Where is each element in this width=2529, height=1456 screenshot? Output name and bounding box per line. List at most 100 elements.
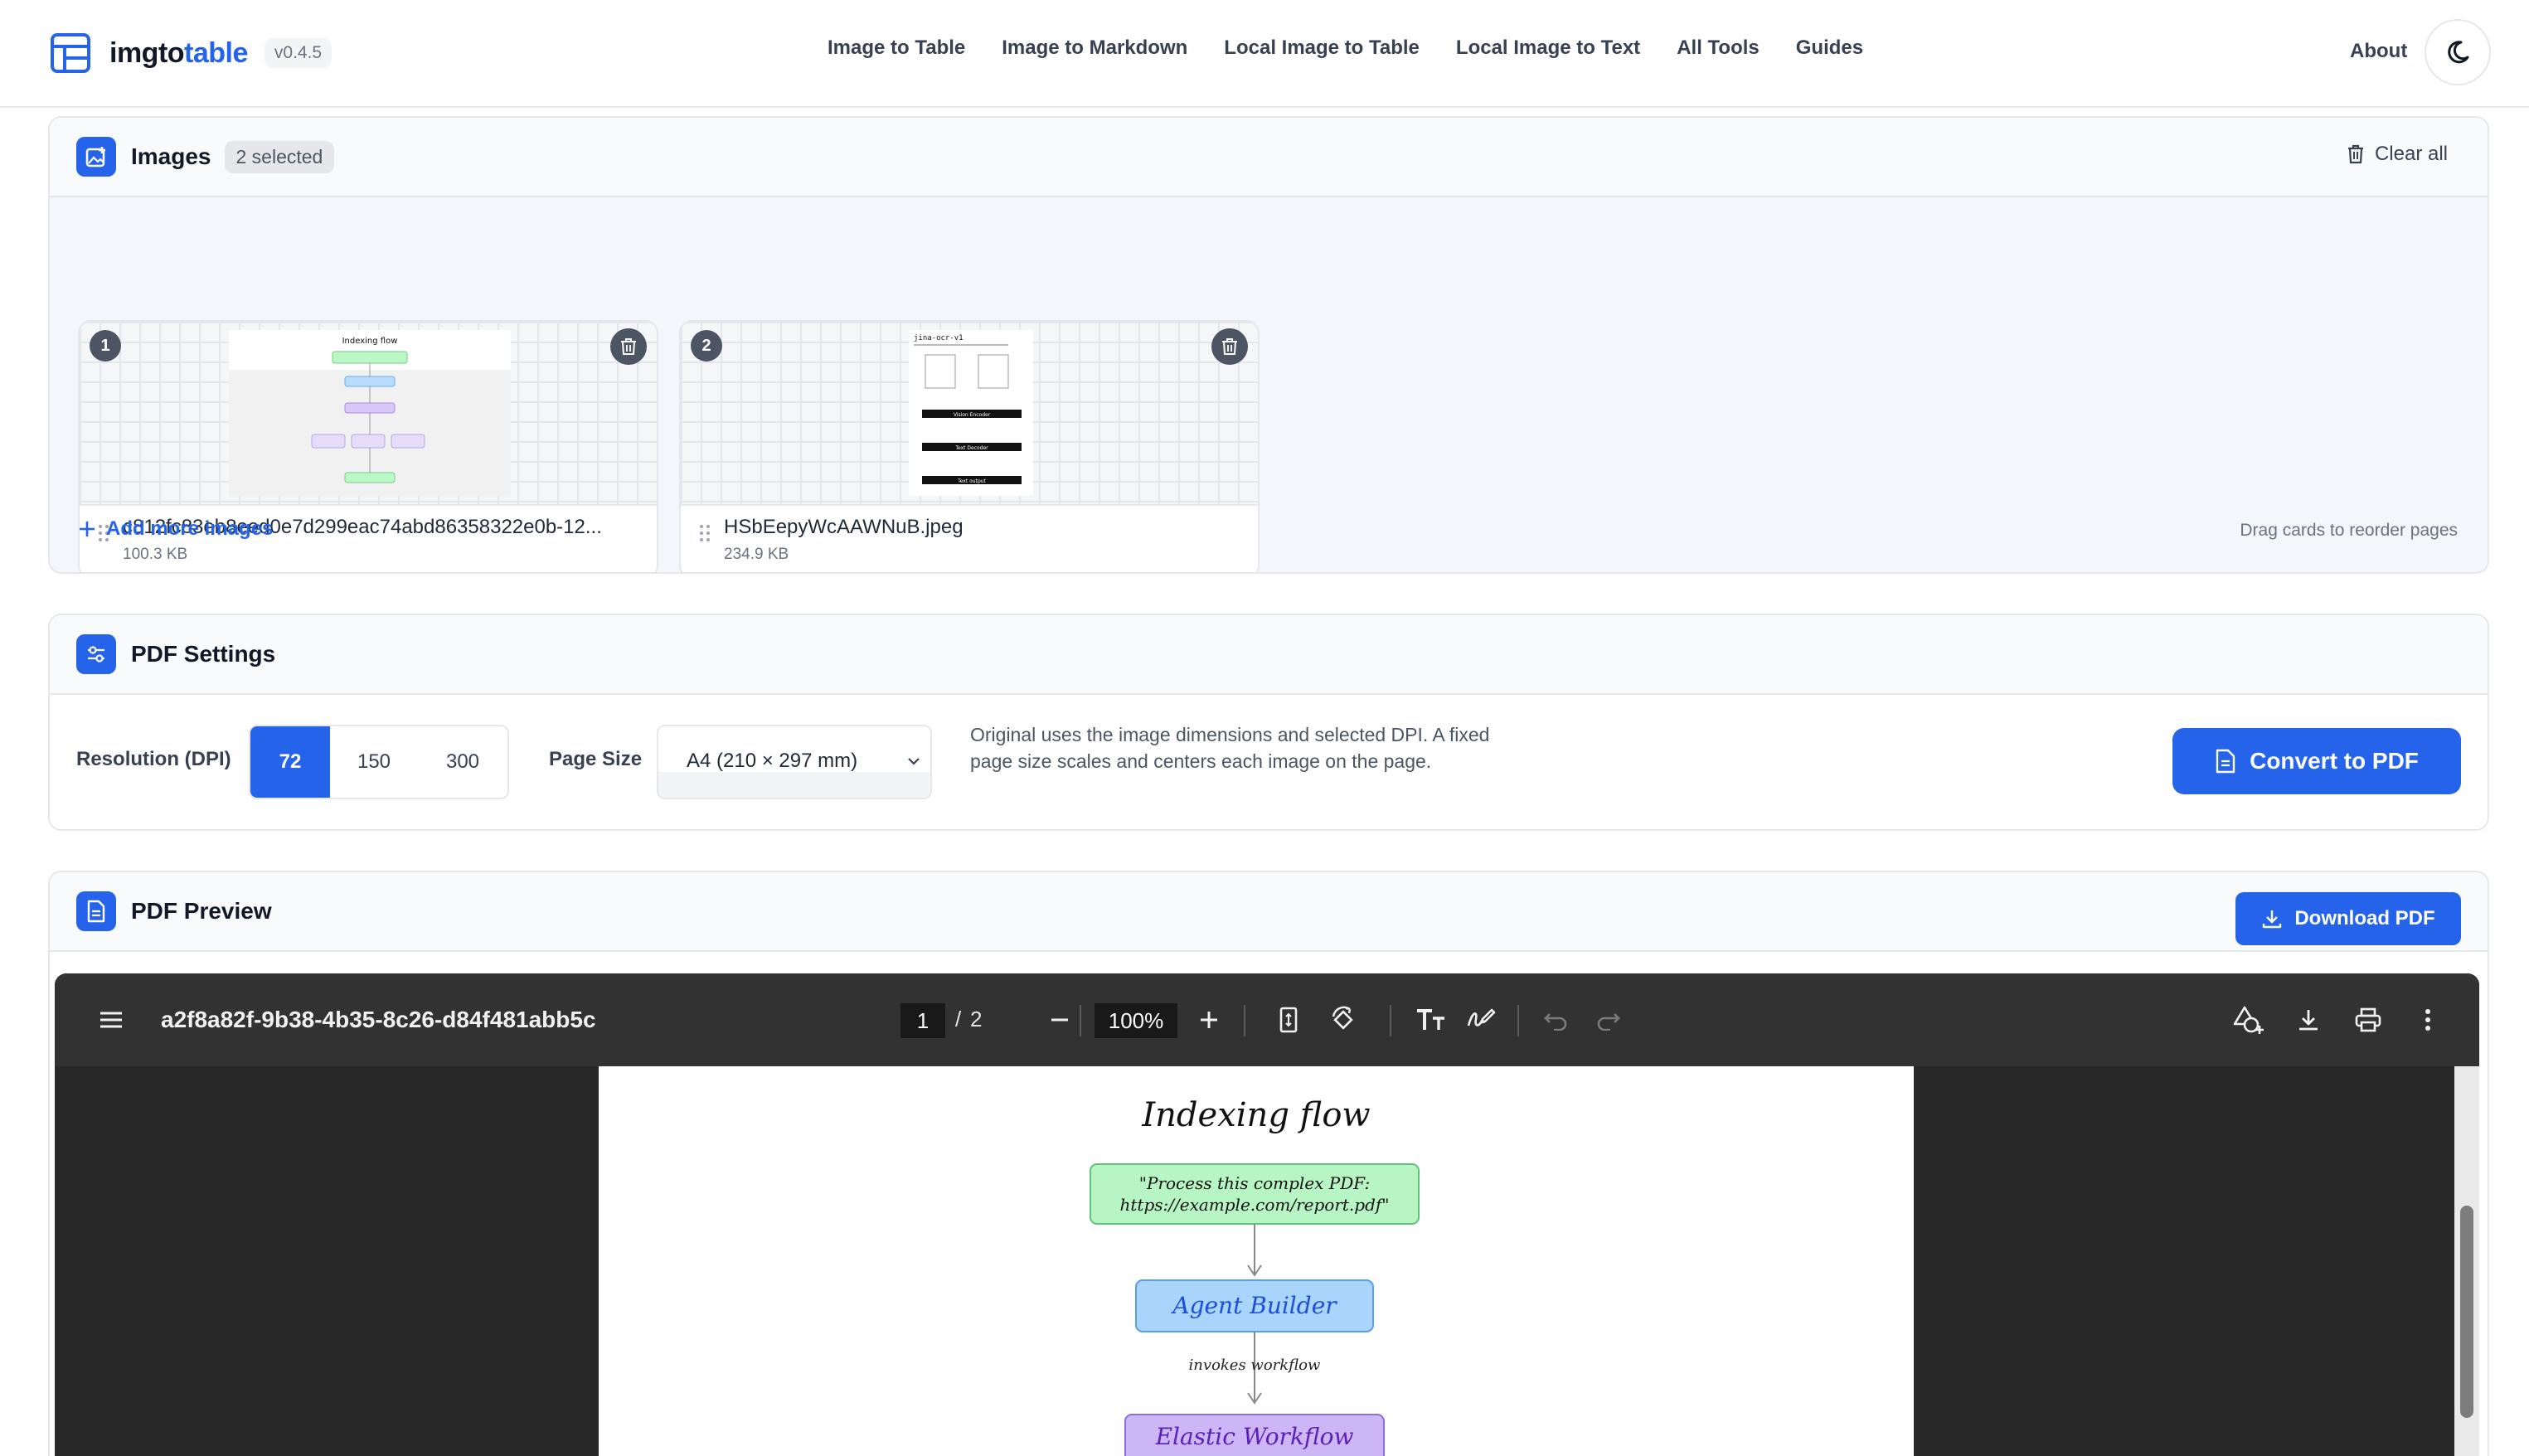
text-size-icon [1417,1009,1444,1030]
draw-button[interactable] [1461,1000,1501,1040]
diagram-edge-label: invokes workflow [1189,1357,1321,1374]
page-size-help-text: Original uses the image dimensions and s… [970,724,1490,772]
indexing-flow-diagram: Indexing flow "Process this complex PDF:… [1090,1096,1420,1456]
remove-image-button[interactable] [1211,328,1248,365]
clear-all-label: Clear all [2374,143,2448,165]
image-filename: HSbEepyWcAAWNuB.jpeg [724,516,964,538]
redo-icon [1597,1013,1620,1031]
dpi-option-150[interactable]: 150 [330,726,418,798]
menu-button[interactable] [91,1000,131,1040]
printer-icon [2355,1007,2381,1032]
shapes-plus-icon [2233,1006,2264,1034]
fit-page-icon [1279,1007,1298,1033]
pdf-preview-title: PDF Preview [131,898,272,924]
viewer-scrollbar-thumb[interactable] [2460,1206,2473,1418]
trash-icon [1222,338,1237,355]
images-panel-header: Images 2 selected Clear all [50,118,2488,197]
more-options-button[interactable] [2408,1000,2448,1040]
image-card[interactable]: jina-ocr-v1 Vision Encoder Text Decoder … [679,320,1260,572]
redo-button[interactable] [1589,1000,1629,1040]
pdf-settings-title: PDF Settings [131,641,276,667]
text-annotation-button[interactable] [1411,1000,1451,1040]
nav-all-tools[interactable]: All Tools [1677,36,1760,60]
signature-draw-icon [1467,1008,1496,1026]
theme-toggle-button[interactable] [2425,19,2491,85]
toolbar-divider [1244,1005,1245,1036]
nav-local-image-to-table[interactable]: Local Image to Table [1224,36,1420,60]
moon-icon [2448,41,2469,64]
nav-local-image-to-text[interactable]: Local Image to Text [1456,36,1640,60]
nav-about[interactable]: About [2350,40,2407,63]
image-filesize: 234.9 KB [724,546,789,563]
version-badge: v0.4.5 [264,38,333,68]
nav-guides[interactable]: Guides [1796,36,1863,60]
image-meta: HSbEepyWcAAWNuB.jpeg 234.9 KB [681,506,1258,572]
main-nav: Image to Table Image to Markdown Local I… [828,36,1900,60]
dpi-option-300[interactable]: 300 [418,726,507,798]
nav-image-to-table[interactable]: Image to Table [828,36,965,60]
table-logo-icon [51,33,90,73]
plus-icon [1201,1012,1217,1028]
thumb2-block-3: Text output [957,478,986,484]
images-panel-body: Indexing flow 1 c812fc83eb8eed0e7d299eac… [50,197,2488,572]
page-size-value: A4 (210 × 297 mm) [687,750,858,772]
undo-button[interactable] [1536,1000,1575,1040]
remove-image-button[interactable] [610,328,647,365]
trash-icon [2347,144,2363,164]
thumb2-block-2: Text Decoder [954,445,988,451]
fit-page-button[interactable] [1270,1000,1307,1040]
pdf-document-title: a2f8a82f-9b38-4b35-8c26-d84f481abb5c [161,1007,596,1032]
rotate-icon [1332,1006,1353,1030]
rotate-button[interactable] [1323,1000,1363,1040]
page-size-label: Page Size [549,748,643,770]
zoom-out-button[interactable] [1041,1000,1078,1040]
add-shape-button[interactable] [2227,1000,2272,1040]
image-thumbnail: jina-ocr-v1 Vision Encoder Text Decoder … [681,322,1258,506]
zoom-level[interactable]: 100% [1095,1003,1177,1038]
resolution-label: Resolution (DPI) [76,748,231,770]
dpi-selector: 72 150 300 [249,725,509,799]
pdf-settings-panel: PDF Settings Resolution (DPI) 72 150 300… [48,614,2489,831]
convert-label: Convert to PDF [2250,748,2419,774]
selected-count-badge: 2 selected [224,140,335,173]
page-number-badge: 2 [691,330,722,362]
file-text-icon [76,891,116,931]
diagram-elastic-workflow: Elastic Workflow [1155,1423,1354,1450]
images-panel: Images 2 selected Clear all Indexing flo… [48,116,2489,574]
download-icon [2299,1010,2318,1031]
download-label: Download PDF [2294,907,2435,929]
toolbar-divider [1080,1005,1081,1036]
dpi-option-72[interactable]: 72 [250,726,330,798]
image-filesize: 100.3 KB [123,546,188,563]
toolbar-divider [1517,1005,1519,1036]
zoom-in-button[interactable] [1191,1000,1227,1040]
plus-icon [80,522,95,536]
undo-icon [1544,1013,1567,1031]
page-size-select[interactable]: A4 (210 × 297 mm) [657,725,932,799]
toolbar-divider [1390,1005,1391,1036]
download-pdf-button[interactable]: Download PDF [2235,892,2461,945]
clear-all-button[interactable]: Clear all [2347,143,2448,166]
architecture-thumbnail: jina-ocr-v1 Vision Encoder Text Decoder … [909,330,1033,496]
diagram-heading: Indexing flow [1141,1096,1370,1134]
viewer-scrollbar[interactable] [2454,1066,2479,1456]
top-navbar: imgtotable v0.4.5 Image to Table Image t… [0,0,2529,108]
convert-to-pdf-button[interactable]: Convert to PDF [2172,728,2461,794]
nav-image-to-markdown[interactable]: Image to Markdown [1002,36,1187,60]
indexing-flow-thumbnail: Indexing flow [229,330,511,496]
viewer-download-button[interactable] [2289,1000,2328,1040]
images-title: Images [131,143,211,169]
drag-handle-icon[interactable] [699,524,711,542]
thumb-heading: Indexing flow [342,337,398,346]
brand[interactable]: imgtotable v0.4.5 [50,30,333,76]
pdf-preview-header: PDF Preview Download PDF [50,872,2488,952]
total-pages: 2 [970,1007,983,1031]
print-button[interactable] [2348,1000,2388,1040]
minus-icon [1051,1018,1068,1022]
image-add-icon [76,137,116,177]
pdf-settings-header: PDF Settings [50,615,2488,695]
chevron-down-icon [908,758,920,765]
add-more-images-button[interactable]: Add more images [78,517,273,541]
current-page-input[interactable]: 1 [900,1003,945,1038]
page-separator: / [955,1007,962,1031]
